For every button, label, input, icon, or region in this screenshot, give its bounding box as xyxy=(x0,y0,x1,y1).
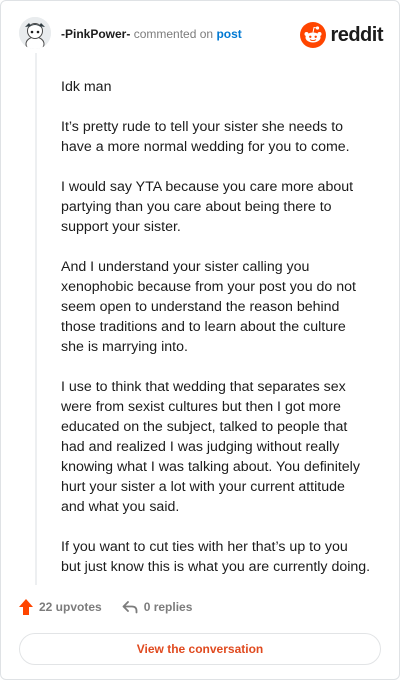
upvote-action[interactable]: 22 upvotes xyxy=(19,599,102,615)
view-conversation-button[interactable]: View the conversation xyxy=(19,633,381,665)
reddit-wordmark: reddit xyxy=(330,23,383,46)
comment-body: Idk man It’s pretty rude to tell your si… xyxy=(61,77,371,597)
upvote-arrow-icon xyxy=(19,599,33,615)
upvote-count: 22 upvotes xyxy=(39,600,102,614)
comment-paragraph: I would say YTA because you care more ab… xyxy=(61,179,354,235)
comment-paragraph: Idk man xyxy=(61,79,112,95)
embedded-comment-card: -PinkPower- commented on post reddit Idk… xyxy=(0,0,400,680)
username-link[interactable]: -PinkPower- xyxy=(61,27,130,41)
comment-paragraph: If you want to cut ties with her that’s … xyxy=(61,539,371,575)
user-avatar[interactable] xyxy=(19,17,51,49)
comment-meta: -PinkPower- commented on post xyxy=(61,27,242,41)
reddit-logo[interactable]: reddit xyxy=(300,21,383,49)
reply-count: 0 replies xyxy=(143,600,193,614)
reddit-snoo-icon xyxy=(300,22,327,48)
comment-header: -PinkPower- commented on post reddit xyxy=(19,15,383,55)
comment-verb: commented on xyxy=(133,27,214,41)
replies-action[interactable]: 0 replies xyxy=(122,600,193,614)
comment-paragraph: I use to think that wedding that separat… xyxy=(61,379,360,515)
avatar-icon xyxy=(19,17,51,49)
reply-arrow-icon xyxy=(122,601,138,614)
comment-actions: 22 upvotes 0 replies xyxy=(19,597,212,617)
post-link[interactable]: post xyxy=(216,27,241,41)
comment-paragraph: It’s pretty rude to tell your sister she… xyxy=(61,119,350,155)
thread-line[interactable] xyxy=(35,53,37,585)
comment-paragraph: And I understand your sister calling you… xyxy=(61,259,356,355)
